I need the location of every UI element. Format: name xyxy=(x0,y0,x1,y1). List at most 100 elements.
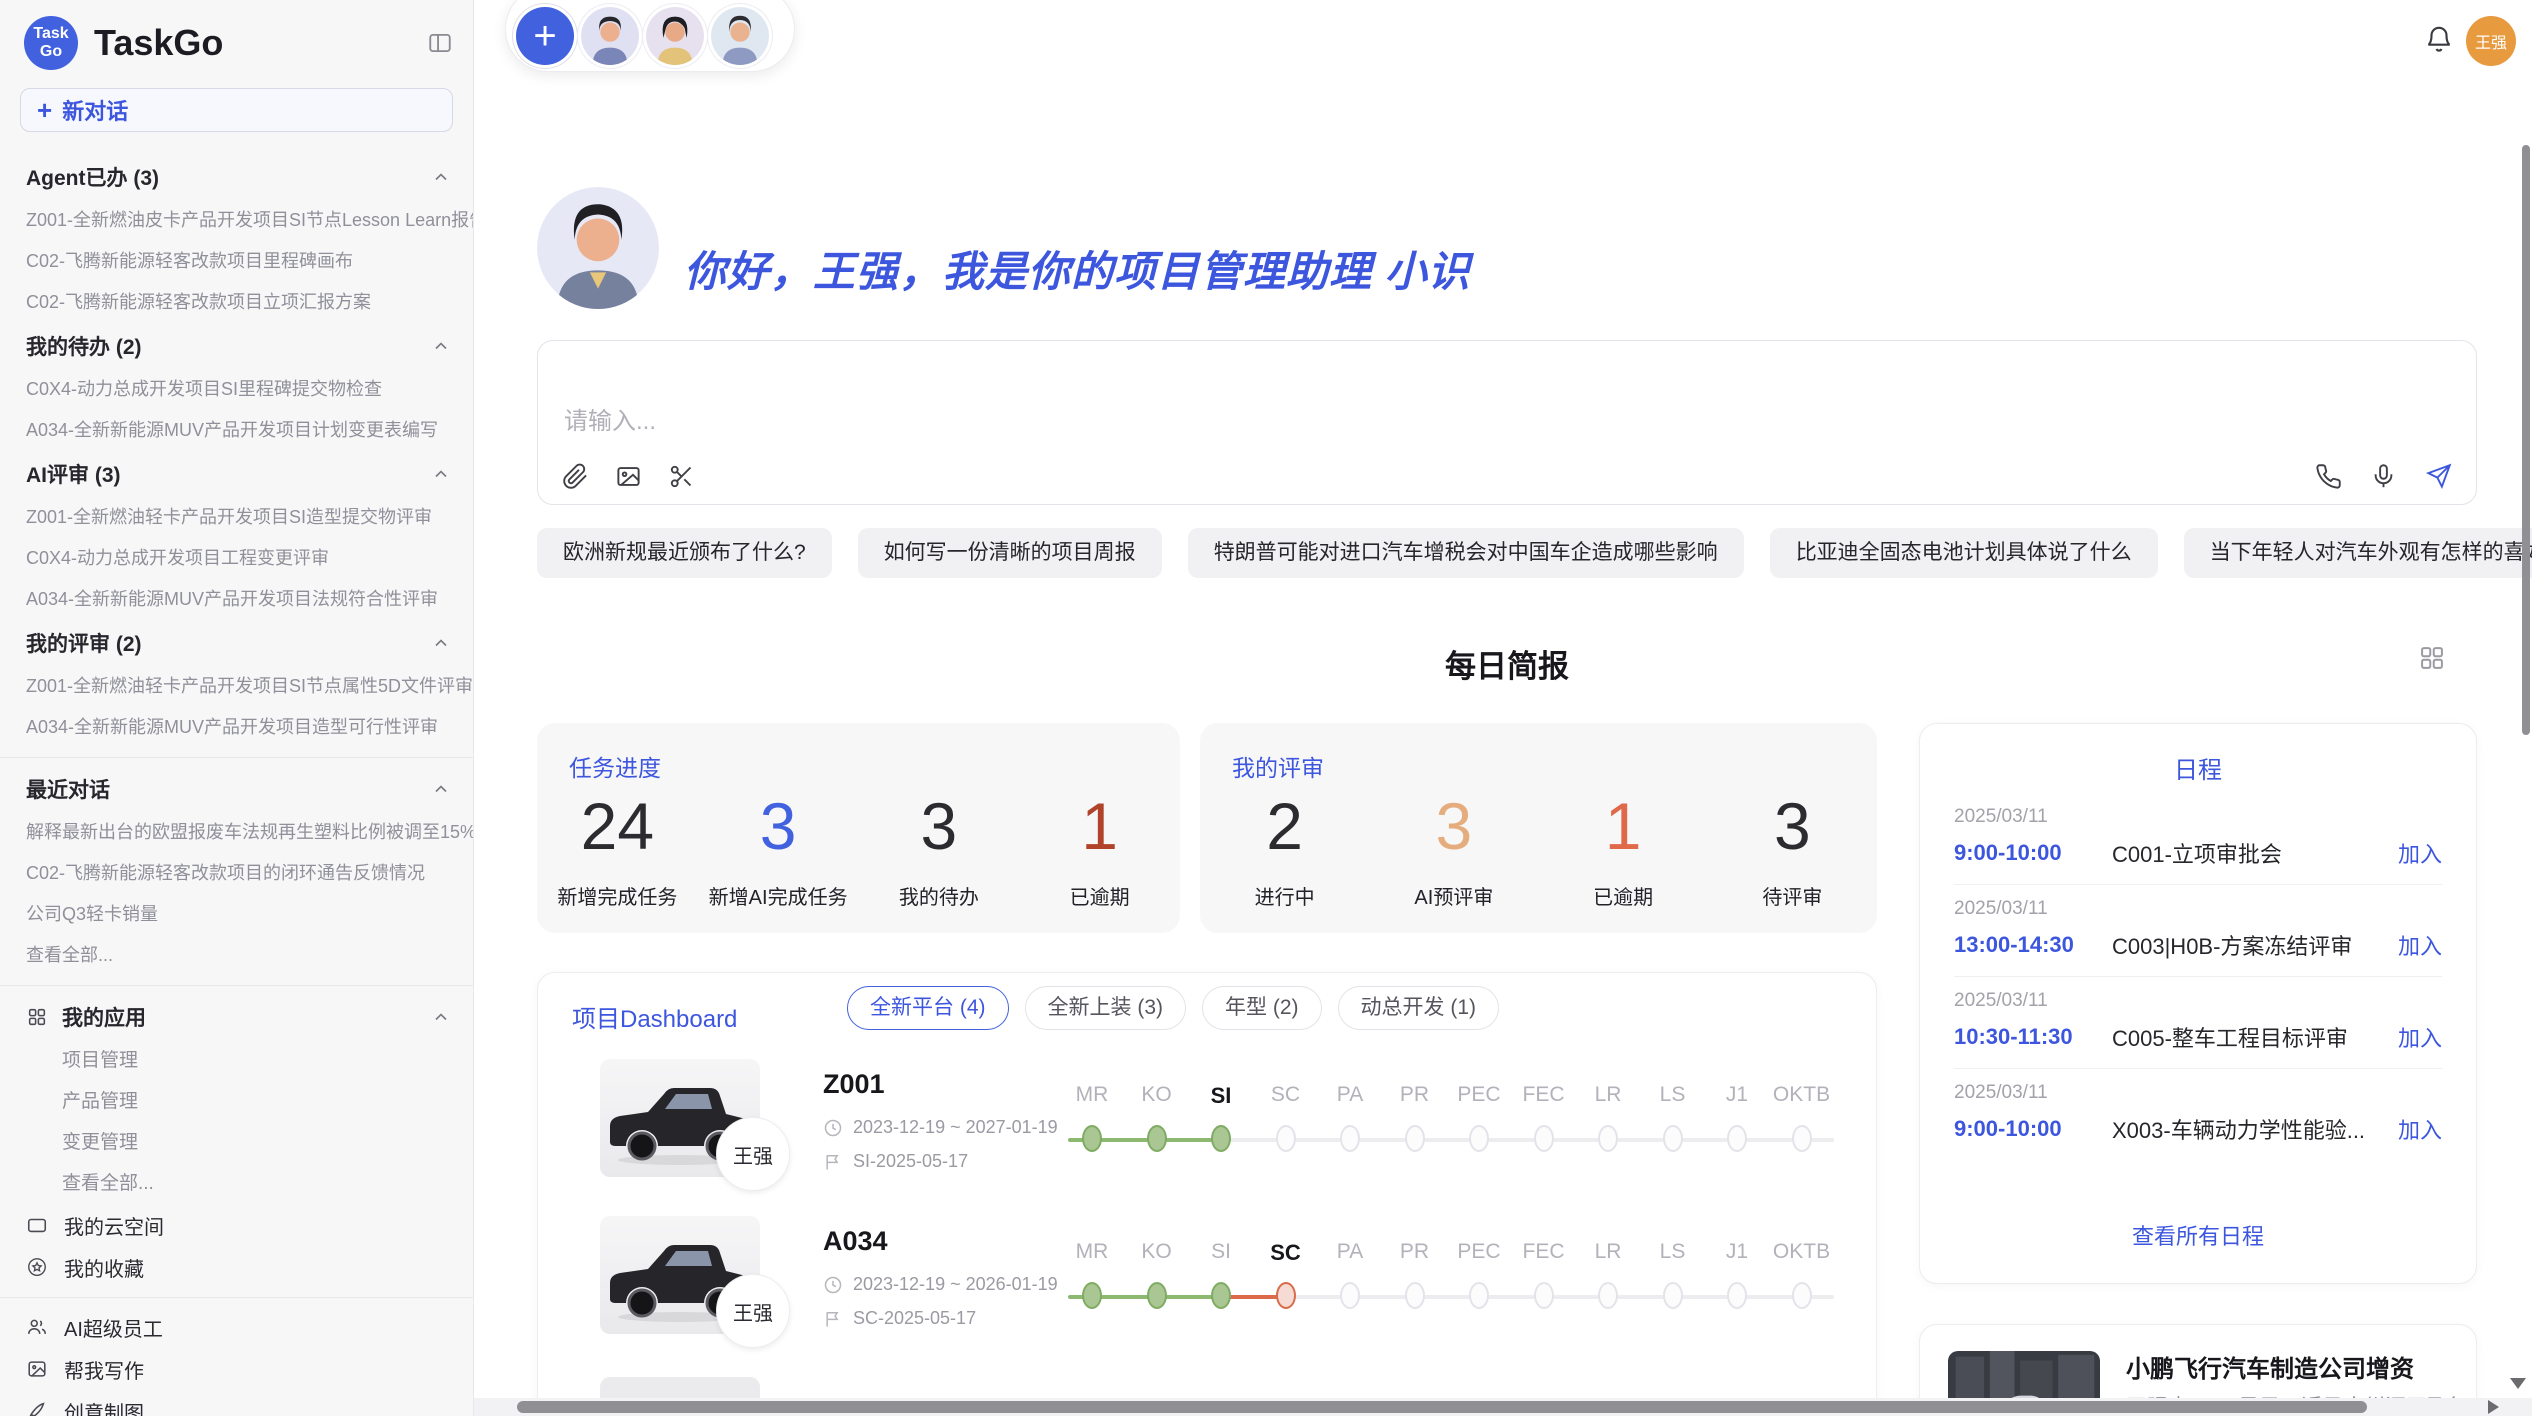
dashboard-title: 项目Dashboard xyxy=(572,999,737,1034)
sidebar-section-header[interactable]: AI评审 (3) xyxy=(0,451,473,497)
app-item[interactable]: 查看全部... xyxy=(0,1163,473,1204)
milestone-label: PA xyxy=(1315,1083,1385,1107)
sidebar-item-帮我写作[interactable]: 帮我写作 xyxy=(0,1348,473,1390)
sidebar-item[interactable]: Z001-全新燃油轻卡产品开发项目SI节点属性5D文件评审 xyxy=(0,666,473,707)
scissors-icon[interactable] xyxy=(668,463,695,490)
layout-grid-icon[interactable] xyxy=(2418,644,2446,672)
sidebar-section-header[interactable]: 我的应用 xyxy=(0,994,473,1040)
chevron-up-icon[interactable] xyxy=(431,1007,451,1027)
phone-call-icon[interactable] xyxy=(2315,463,2342,490)
recent-chat-item[interactable]: C02-飞腾新能源轻客改款项目的闭环通告反馈情况 xyxy=(0,853,473,894)
join-button[interactable]: 加入 xyxy=(2398,1021,2442,1053)
milestone-label: LR xyxy=(1573,1240,1643,1264)
new-agent-button[interactable]: + xyxy=(516,7,574,65)
sidebar-item-AI超级员工[interactable]: AI超级员工 xyxy=(0,1306,473,1348)
join-button[interactable]: 加入 xyxy=(2398,1113,2442,1145)
milestone-dot xyxy=(1082,1282,1102,1309)
app-item[interactable]: 变更管理 xyxy=(0,1122,473,1163)
dashboard-tab[interactable]: 全新上装 (3) xyxy=(1025,986,1187,1030)
news-title: 小鹏飞行汽车制造公司增资 xyxy=(2126,1349,2414,1384)
join-button[interactable]: 加入 xyxy=(2398,929,2442,961)
sidebar-item[interactable]: C0X4-动力总成开发项目SI里程碑提交物检查 xyxy=(0,369,473,410)
view-all-schedule-link[interactable]: 查看所有日程 xyxy=(1920,1219,2476,1251)
app-item[interactable]: 产品管理 xyxy=(0,1081,473,1122)
sidebar-item-我的云空间[interactable]: 我的云空间 xyxy=(0,1204,473,1246)
image-upload-icon[interactable] xyxy=(615,463,642,490)
stat-value: 2 xyxy=(1200,793,1369,859)
scroll-right-arrow-icon[interactable] xyxy=(2488,1400,2499,1414)
sidebar-item[interactable]: A034-全新新能源MUV产品开发项目造型可行性评审 xyxy=(0,707,473,748)
taskgo-logo: Task Go xyxy=(24,16,78,70)
horizontal-scrollbar[interactable] xyxy=(474,1398,2532,1416)
new-chat-label: 新对话 xyxy=(62,94,128,126)
milestone-dot xyxy=(1534,1125,1554,1152)
chevron-up-icon[interactable] xyxy=(431,167,451,187)
user-name: 王强 xyxy=(2475,29,2507,53)
sidebar-item[interactable]: C02-飞腾新能源轻客改款项目立项汇报方案 xyxy=(0,282,473,323)
agent-avatar[interactable] xyxy=(581,7,639,65)
chevron-up-icon[interactable] xyxy=(431,464,451,484)
vertical-scrollbar-thumb[interactable] xyxy=(2522,145,2530,735)
recent-chat-item[interactable]: 查看全部... xyxy=(0,935,473,976)
dashboard-tab[interactable]: 动总开发 (1) xyxy=(1338,986,1500,1030)
agent-avatar[interactable] xyxy=(646,7,704,65)
apps-grid-icon xyxy=(26,1006,48,1028)
suggestion-chip[interactable]: 欧洲新规最近颁布了什么? xyxy=(537,528,832,578)
chat-input[interactable] xyxy=(562,399,2066,449)
suggestion-chip[interactable]: 特朗普可能对进口汽车增税会对中国车企造成哪些影响 xyxy=(1188,528,1744,578)
new-chat-button[interactable]: + 新对话 xyxy=(20,88,453,132)
event-time: 9:00-10:00 xyxy=(1954,840,2112,866)
sidebar-section-title: Agent已办 (3) xyxy=(26,162,159,192)
dashboard-tab[interactable]: 年型 (2) xyxy=(1202,986,1322,1030)
writing-icon xyxy=(26,1358,48,1380)
sidebar-section-title: 我的应用 xyxy=(62,1002,146,1032)
agent-avatar[interactable] xyxy=(711,7,769,65)
recent-chat-item[interactable]: 公司Q3轻卡销量 xyxy=(0,894,473,935)
project-flag: SI-2025-05-17 xyxy=(823,1151,968,1172)
sidebar-item[interactable]: A034-全新新能源MUV产品开发项目计划变更表编写 xyxy=(0,410,473,451)
sidebar-section-header[interactable]: 我的待办 (2) xyxy=(0,323,473,369)
horizontal-scrollbar-thumb[interactable] xyxy=(517,1401,2367,1413)
sidebar-item-创意制图[interactable]: 创意制图 xyxy=(0,1390,473,1416)
chevron-up-icon[interactable] xyxy=(431,633,451,653)
milestone-dot xyxy=(1276,1125,1296,1152)
sidebar-item-我的收藏[interactable]: 我的收藏 xyxy=(0,1246,473,1288)
dashboard-tab[interactable]: 全新平台 (4) xyxy=(847,986,1009,1030)
schedule-title: 日程 xyxy=(1920,750,2476,785)
attachment-icon[interactable] xyxy=(562,463,589,490)
sidebar-section-header[interactable]: 最近对话 xyxy=(0,766,473,812)
sidebar-item-label: AI超级员工 xyxy=(64,1313,163,1342)
microphone-icon[interactable] xyxy=(2370,463,2397,490)
sidebar-collapse-icon[interactable] xyxy=(427,30,453,56)
chevron-up-icon[interactable] xyxy=(431,336,451,356)
suggestion-chip[interactable]: 比亚迪全固态电池计划具体说了什么 xyxy=(1770,528,2158,578)
sidebar-item[interactable]: C02-飞腾新能源轻客改款项目里程碑画布 xyxy=(0,241,473,282)
join-button[interactable]: 加入 xyxy=(2398,837,2442,869)
sidebar-section-header[interactable]: Agent已办 (3) xyxy=(0,154,473,200)
milestone-label: LS xyxy=(1638,1083,1708,1107)
scroll-down-arrow-icon[interactable] xyxy=(2510,1378,2526,1389)
recent-chat-item[interactable]: 解释最新出台的欧盟报废车法规再生塑料比例被调至15%... xyxy=(0,812,473,853)
sidebar-item[interactable]: Z001-全新燃油皮卡产品开发项目SI节点Lesson Learn报告 xyxy=(0,200,473,241)
milestone-line xyxy=(1286,1295,1835,1299)
sidebar-item[interactable]: C0X4-动力总成开发项目工程变更评审 xyxy=(0,538,473,579)
sidebar-item[interactable]: Z001-全新燃油轻卡产品开发项目SI造型提交物评审 xyxy=(0,497,473,538)
stat-label: 新增完成任务 xyxy=(537,881,698,910)
user-avatar[interactable]: 王强 xyxy=(2466,16,2516,66)
sidebar-header: Task Go TaskGo xyxy=(0,0,473,80)
milestone-dot xyxy=(1598,1125,1618,1152)
schedule-event: 2025/03/119:00-10:00C001-立项审批会加入 xyxy=(1920,793,2476,869)
milestone-label: LR xyxy=(1573,1083,1643,1107)
milestone-dot xyxy=(1405,1125,1425,1152)
notification-bell-icon[interactable] xyxy=(2424,24,2454,54)
sidebar-item[interactable]: A034-全新新能源MUV产品开发项目法规符合性评审 xyxy=(0,579,473,620)
app-item[interactable]: 项目管理 xyxy=(0,1040,473,1081)
suggestion-chip[interactable]: 当下年轻人对汽车外观有怎样的喜好趋势 xyxy=(2184,528,2532,578)
sidebar-section-header[interactable]: 我的评审 (2) xyxy=(0,620,473,666)
stat-item: 3待评审 xyxy=(1708,793,1877,910)
project-row[interactable]: 王强A0342023-12-19 ~ 2026-01-19SC-2025-05-… xyxy=(538,1216,1876,1386)
suggestion-chip[interactable]: 如何写一份清晰的项目周报 xyxy=(858,528,1162,578)
send-icon[interactable] xyxy=(2425,463,2452,490)
chevron-up-icon[interactable] xyxy=(431,779,451,799)
project-row[interactable]: 王强Z0012023-12-19 ~ 2027-01-19SI-2025-05-… xyxy=(538,1059,1876,1229)
